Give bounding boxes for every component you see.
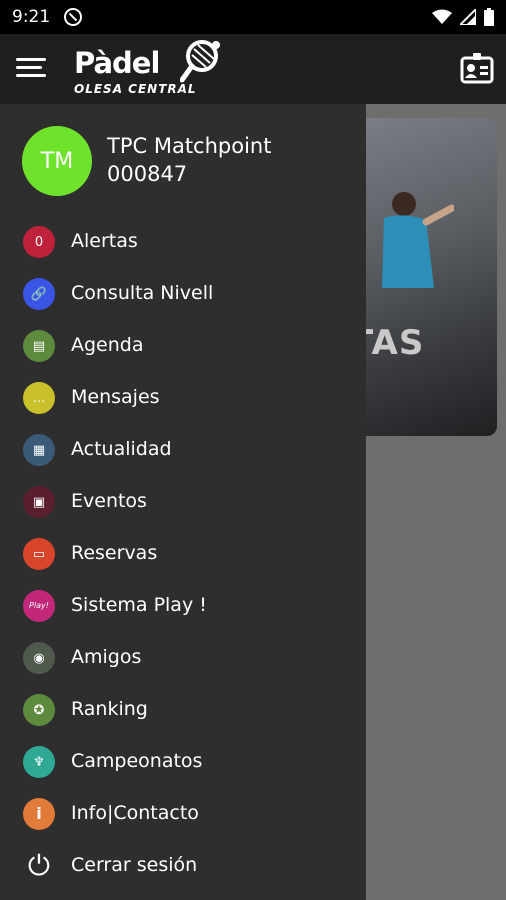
menu-item-label: Eventos (71, 490, 147, 512)
menu-item-sistema-play[interactable]: Play! Sistema Play ! (0, 580, 366, 632)
battery-icon (484, 8, 494, 26)
app-bar: Pàdel OLESA CENTRAL (0, 34, 506, 104)
menu-item-actualidad[interactable]: ▦ Actualidad (0, 424, 366, 476)
hamburger-line (16, 74, 46, 77)
menu-item-label: Agenda (71, 334, 144, 356)
player-image (382, 192, 454, 288)
menu-item-amigos[interactable]: ◉ Amigos (0, 632, 366, 684)
menu-item-label: Mensajes (71, 386, 160, 408)
id-card-icon[interactable] (460, 52, 494, 84)
menu-item-eventos[interactable]: ▣ Eventos (0, 476, 366, 528)
trophy-icon: ♆ (23, 746, 55, 778)
menu-item-label: Amigos (71, 646, 142, 668)
profile-code: 000847 (107, 162, 188, 186)
menu-item-label: Sistema Play ! (71, 594, 207, 616)
status-icons (432, 8, 494, 26)
menu-item-agenda[interactable]: ▤ Agenda (0, 320, 366, 372)
menu-item-ranking[interactable]: ✪ Ranking (0, 684, 366, 736)
status-time: 9:21 (12, 7, 51, 27)
menu-item-reservas[interactable]: ▭ Reservas (0, 528, 366, 580)
play-icon: Play! (23, 590, 55, 622)
menu-item-campeonatos[interactable]: ♆ Campeonatos (0, 736, 366, 788)
wifi-icon (432, 9, 452, 24)
menu-item-info-contacto[interactable]: i Info|Contacto (0, 788, 366, 840)
app-logo: Pàdel OLESA CENTRAL (72, 40, 222, 100)
chat-icon: … (23, 382, 55, 414)
menu-item-label: Reservas (71, 542, 158, 564)
menu-item-label: Actualidad (71, 438, 172, 460)
avatar: TM (22, 126, 92, 196)
menu-item-mensajes[interactable]: … Mensajes (0, 372, 366, 424)
profile-header[interactable]: TM TPC Matchpoint 000847 (0, 104, 366, 214)
news-icon: ▦ (23, 434, 55, 466)
event-icon: ▣ (23, 486, 55, 518)
promo-banner[interactable]: TAS (350, 118, 497, 436)
padel-racket-icon (180, 40, 220, 83)
menu-item-label: Alertas (71, 230, 138, 252)
friends-icon: ◉ (23, 642, 55, 674)
info-icon: i (23, 798, 55, 830)
menu-item-label: Campeonatos (71, 750, 203, 772)
menu-item-cerrar-sesion[interactable]: ⏻ Cerrar sesión (0, 840, 366, 892)
profile-name: TPC Matchpoint (107, 134, 272, 158)
court-icon: ▭ (23, 538, 55, 570)
hamburger-menu-button[interactable] (16, 56, 46, 80)
menu-item-alertas[interactable]: 0 Alertas (0, 216, 366, 268)
alert-icon: 0 (23, 226, 55, 258)
link-icon: 🔗 (23, 278, 55, 310)
menu-item-consulta-nivell[interactable]: 🔗 Consulta Nivell (0, 268, 366, 320)
menu-item-label: Info|Contacto (71, 802, 199, 824)
status-bar: 9:21 (0, 0, 506, 34)
menu-item-label: Consulta Nivell (71, 282, 214, 304)
signal-icon (460, 9, 476, 25)
logo-subtitle: OLESA CENTRAL (74, 82, 197, 96)
power-icon: ⏻ (23, 850, 55, 882)
hamburger-line (16, 66, 42, 69)
menu-item-label: Ranking (71, 698, 148, 720)
do-not-disturb-icon (64, 8, 83, 26)
hamburger-line (16, 58, 46, 61)
navigation-drawer: TM TPC Matchpoint 000847 0 Alertas 🔗 Con… (0, 104, 366, 900)
menu-item-label: Cerrar sesión (71, 854, 198, 876)
calendar-icon: ▤ (23, 330, 55, 362)
medal-icon: ✪ (23, 694, 55, 726)
logo-text: Pàdel (74, 46, 160, 80)
drawer-menu: 0 Alertas 🔗 Consulta Nivell ▤ Agenda … M… (0, 216, 366, 892)
